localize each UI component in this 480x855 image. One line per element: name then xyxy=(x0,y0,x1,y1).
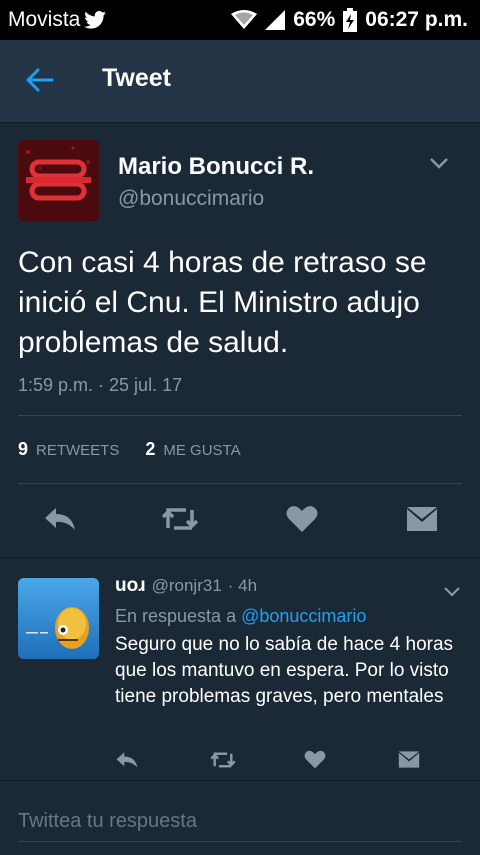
reply-author-name[interactable]: uoɹ xyxy=(115,575,146,597)
status-bar: Movista 66% 06:27 p.m. xyxy=(0,0,480,40)
reply-input[interactable] xyxy=(18,801,462,842)
retweets-label[interactable]: RETWEETS xyxy=(36,442,119,459)
author-handle[interactable]: @bonuccimario xyxy=(118,187,264,211)
retweet-button[interactable] xyxy=(160,503,200,539)
tweet-timestamp: 1:59 p.m. · 25 jul. 17 xyxy=(18,375,183,395)
chevron-down-icon xyxy=(426,158,452,177)
reply-composer xyxy=(0,780,480,855)
app-header: Tweet xyxy=(0,40,480,123)
reply-avatar[interactable] xyxy=(18,578,99,659)
reply-tweet[interactable]: uoɹ @ronjr31 · 4h En respuesta a @bonucc… xyxy=(0,557,480,780)
back-arrow-icon xyxy=(26,68,54,97)
battery-charging-icon xyxy=(343,8,358,32)
reply-message-button[interactable] xyxy=(394,748,424,776)
tweet-actions xyxy=(0,495,480,547)
reply-actions xyxy=(0,748,480,778)
retweets-count[interactable]: 9 xyxy=(18,439,28,460)
reply-button[interactable] xyxy=(40,503,80,539)
divider xyxy=(18,483,462,484)
reply-context-prefix: En respuesta a xyxy=(115,606,237,626)
reply-time: · 4h xyxy=(227,576,258,595)
reply-text: Seguro que no lo sabía de hace 4 horas q… xyxy=(115,634,454,707)
retweet-icon xyxy=(209,751,237,774)
carrier-name: Movista xyxy=(8,8,81,31)
reply-icon xyxy=(115,751,139,774)
reply-retweet-button[interactable] xyxy=(208,748,238,776)
clock: 06:27 p.m. xyxy=(365,8,468,31)
retweet-icon xyxy=(160,506,200,537)
likes-label[interactable]: ME GUSTA xyxy=(163,442,240,459)
author-avatar[interactable] xyxy=(18,140,99,221)
reply-context: En respuesta a @bonuccimario xyxy=(115,606,366,627)
envelope-icon xyxy=(405,505,439,538)
author-name[interactable]: Mario Bonucci R. xyxy=(118,153,314,181)
tweet-stats: 9 RETWEETS 2 ME GUSTA xyxy=(18,439,241,460)
battery-percent: 66% xyxy=(293,8,336,31)
chevron-down-icon xyxy=(442,587,462,604)
reply-icon xyxy=(43,506,77,537)
reply-reply-button[interactable] xyxy=(112,748,142,776)
envelope-icon xyxy=(397,750,421,774)
main-tweet: Mario Bonucci R. @bonuccimario Con casi … xyxy=(0,123,480,556)
reply-author-handle[interactable]: @ronjr31 xyxy=(152,576,222,596)
signal-icon xyxy=(265,10,286,30)
wifi-icon xyxy=(231,10,258,30)
like-button[interactable] xyxy=(282,503,322,539)
likes-count[interactable]: 2 xyxy=(145,439,155,460)
reply-header: uoɹ @ronjr31 · 4h xyxy=(115,575,257,597)
heart-icon xyxy=(304,750,326,774)
reply-context-mention[interactable]: @bonuccimario xyxy=(241,606,366,626)
tweet-menu-button[interactable] xyxy=(426,153,452,173)
twitter-bird-icon xyxy=(84,11,107,29)
reply-like-button[interactable] xyxy=(300,748,330,776)
back-button[interactable] xyxy=(20,62,60,102)
heart-icon xyxy=(286,505,318,538)
reply-menu-button[interactable] xyxy=(442,584,462,600)
page-title: Tweet xyxy=(102,64,171,92)
divider xyxy=(18,415,462,416)
direct-message-button[interactable] xyxy=(402,503,442,539)
tweet-text: Con casi 4 horas de retraso se inició el… xyxy=(18,246,427,359)
